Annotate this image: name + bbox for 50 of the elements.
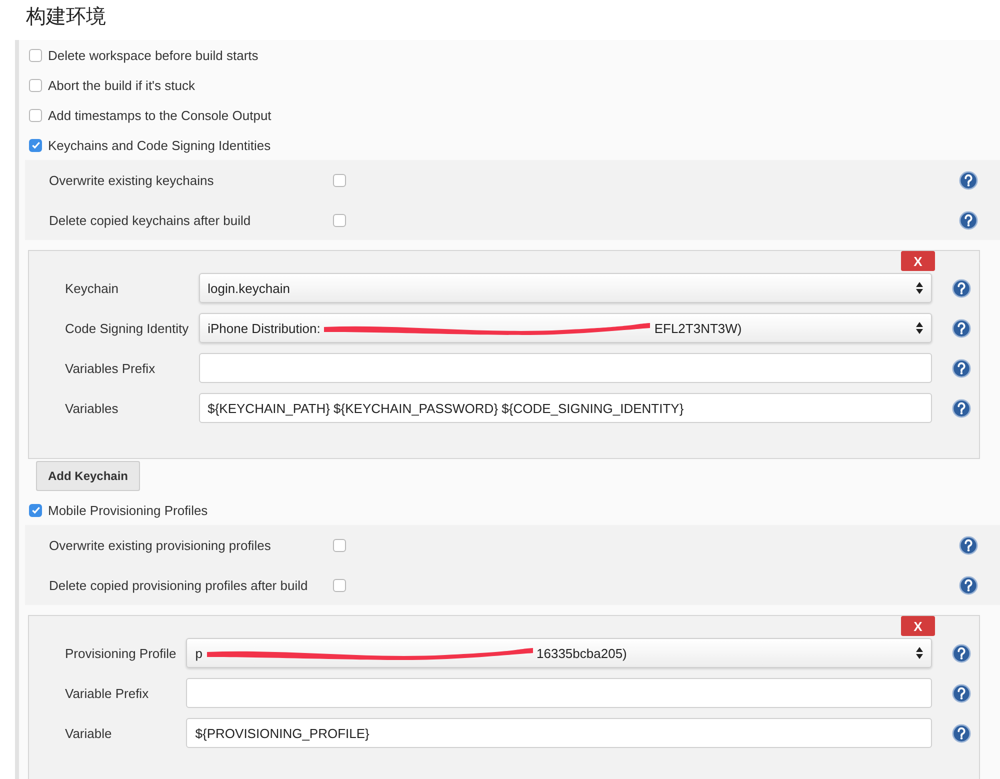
section-title: 构建环境 bbox=[26, 5, 106, 30]
select-field[interactable]: login.keychain bbox=[198, 273, 932, 303]
add-keychain-button[interactable]: Add Keychain bbox=[36, 461, 140, 491]
caret-icon bbox=[916, 647, 923, 659]
help-icon[interactable] bbox=[959, 170, 978, 190]
field-label: Variables bbox=[65, 400, 120, 416]
help-icon[interactable] bbox=[959, 536, 978, 554]
checkbox-label: Keychains and Code Signing Identities bbox=[48, 138, 271, 152]
field-label: Variables Prefix bbox=[65, 360, 156, 376]
setting-label: Delete copied provisioning profiles after build bbox=[49, 578, 309, 592]
field-label: Provisioning Profile bbox=[65, 646, 176, 660]
checkbox[interactable] bbox=[29, 78, 42, 92]
select-field[interactable]: p 16335bcba205) bbox=[186, 638, 932, 668]
delete-button[interactable]: X bbox=[901, 251, 935, 271]
help-icon[interactable] bbox=[952, 358, 971, 378]
checkbox[interactable] bbox=[333, 578, 346, 592]
checkbox-label: Delete workspace before build starts bbox=[48, 48, 258, 62]
field-label: Code Signing Identity bbox=[65, 320, 189, 336]
text-field[interactable]: ${KEYCHAIN_PATH} ${KEYCHAIN_PASSWORD} ${CODE_SIGNING_IDENTITY} bbox=[198, 393, 932, 423]
checkbox-label: Abort the build if it's stuck bbox=[48, 78, 195, 92]
checkbox-label: Mobile Provisioning Profiles bbox=[48, 502, 208, 518]
caret-icon bbox=[916, 282, 923, 294]
checkbox[interactable] bbox=[29, 504, 42, 516]
setting-label: Overwrite existing provisioning profiles bbox=[49, 538, 272, 552]
help-icon[interactable] bbox=[952, 724, 971, 742]
text-field[interactable]: ${PROVISIONING_PROFILE} bbox=[186, 718, 932, 748]
help-icon[interactable] bbox=[952, 278, 971, 298]
text-field[interactable] bbox=[186, 678, 932, 708]
checkbox-label: Add timestamps to the Console Output bbox=[48, 108, 272, 122]
field-label: Variable bbox=[65, 726, 113, 740]
checkbox[interactable] bbox=[29, 138, 42, 152]
setting-label: Overwrite existing keychains bbox=[49, 172, 215, 188]
help-icon[interactable] bbox=[952, 644, 971, 662]
checkbox[interactable] bbox=[333, 214, 346, 226]
setting-label: Delete copied keychains after build bbox=[49, 212, 252, 228]
help-icon[interactable] bbox=[959, 576, 978, 594]
text-field[interactable] bbox=[198, 353, 932, 383]
caret-icon bbox=[916, 322, 923, 334]
checkbox[interactable] bbox=[29, 108, 42, 122]
checkbox[interactable] bbox=[333, 538, 346, 552]
select-field[interactable]: iPhone Distribution: EFL2T3NT3W) bbox=[198, 313, 932, 343]
help-icon[interactable] bbox=[952, 398, 971, 418]
help-icon[interactable] bbox=[959, 210, 978, 230]
field-label: Keychain bbox=[65, 280, 120, 296]
checkbox[interactable] bbox=[333, 174, 346, 186]
checkbox[interactable] bbox=[29, 48, 42, 62]
help-icon[interactable] bbox=[952, 318, 971, 338]
help-icon[interactable] bbox=[952, 684, 971, 702]
field-label: Variable Prefix bbox=[65, 686, 150, 700]
delete-button[interactable]: X bbox=[901, 616, 935, 636]
